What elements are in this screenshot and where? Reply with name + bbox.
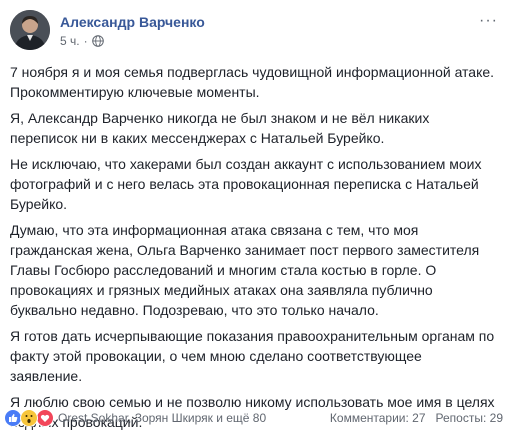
post-text: 7 ноября я и моя семья подверглась чудов… bbox=[10, 62, 497, 438]
wow-icon bbox=[20, 409, 38, 427]
reaction-icons[interactable] bbox=[4, 409, 54, 427]
avatar-image bbox=[10, 10, 50, 50]
comments-count[interactable]: Комментарии: 27 bbox=[330, 411, 426, 425]
post-header: Александр Варченко 5 ч. · ··· bbox=[10, 10, 500, 54]
meta-separator: · bbox=[83, 34, 88, 48]
post-time[interactable]: 5 ч. bbox=[60, 34, 80, 48]
engagement-counts: Комментарии: 27 Репосты: 29 bbox=[330, 411, 503, 425]
reactors-summary[interactable]: Orest Sokhar, Зорян Шкиряк и ещё 80 bbox=[58, 411, 266, 425]
love-icon bbox=[36, 409, 54, 427]
avatar[interactable] bbox=[10, 10, 50, 50]
facebook-post: Александр Варченко 5 ч. · ··· 7 ноября я… bbox=[0, 0, 507, 430]
paragraph: Думаю, что эта информационная атака связ… bbox=[10, 222, 480, 318]
paragraph: 7 ноября я и моя семья подверглась чудов… bbox=[10, 64, 495, 100]
post-footer: Orest Sokhar, Зорян Шкиряк и ещё 80 Комм… bbox=[4, 408, 503, 428]
more-options-button[interactable]: ··· bbox=[479, 12, 498, 30]
paragraph: Не исключаю, что хакерами был создан акк… bbox=[10, 156, 482, 212]
paragraph: Я, Александр Варченко никогда не был зна… bbox=[10, 110, 430, 146]
paragraph: Я готов дать исчерпывающие показания пра… bbox=[10, 328, 495, 384]
author-name[interactable]: Александр Варченко bbox=[60, 14, 205, 30]
shares-count[interactable]: Репосты: 29 bbox=[436, 411, 503, 425]
post-meta: 5 ч. · bbox=[60, 34, 104, 48]
globe-icon[interactable] bbox=[91, 35, 104, 47]
